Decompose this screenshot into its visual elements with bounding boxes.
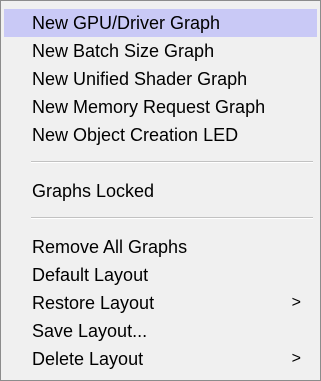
menu-item-restore-layout[interactable]: Restore Layout > [4,289,317,317]
menu-item-delete-layout[interactable]: Delete Layout > [4,345,317,373]
menu-item-label: New Unified Shader Graph [32,69,248,89]
menu-item-label: Save Layout... [32,321,148,341]
menu-item-label: New Batch Size Graph [32,41,215,61]
menu-item-graphs-locked[interactable]: Graphs Locked [4,177,317,205]
menu-item-label: Graphs Locked [32,181,155,201]
menu-item-label: New Object Creation LED [32,125,239,145]
context-menu: New GPU/Driver Graph New Batch Size Grap… [0,0,321,381]
menu-item-default-layout[interactable]: Default Layout [4,261,317,289]
menu-item-new-memory-request-graph[interactable]: New Memory Request Graph [4,93,317,121]
menu-item-label: New GPU/Driver Graph [32,13,221,33]
menu-item-new-object-creation-led[interactable]: New Object Creation LED [4,121,317,149]
menu-item-label: New Memory Request Graph [32,97,266,117]
menu-item-label: Remove All Graphs [32,237,188,257]
menu-item-label: Restore Layout [32,293,155,313]
menu-item-label: Default Layout [32,265,149,285]
menu-item-new-gpu-driver-graph[interactable]: New GPU/Driver Graph [4,9,317,37]
submenu-arrow-icon: > [291,350,301,367]
menu-item-remove-all-graphs[interactable]: Remove All Graphs [4,233,317,261]
menu-item-label: Delete Layout [32,349,144,369]
menu-separator [31,161,313,163]
menu-item-new-unified-shader-graph[interactable]: New Unified Shader Graph [4,65,317,93]
menu-item-new-batch-size-graph[interactable]: New Batch Size Graph [4,37,317,65]
submenu-arrow-icon: > [291,294,301,311]
menu-item-save-layout[interactable]: Save Layout... [4,317,317,345]
menu-separator [31,217,313,219]
